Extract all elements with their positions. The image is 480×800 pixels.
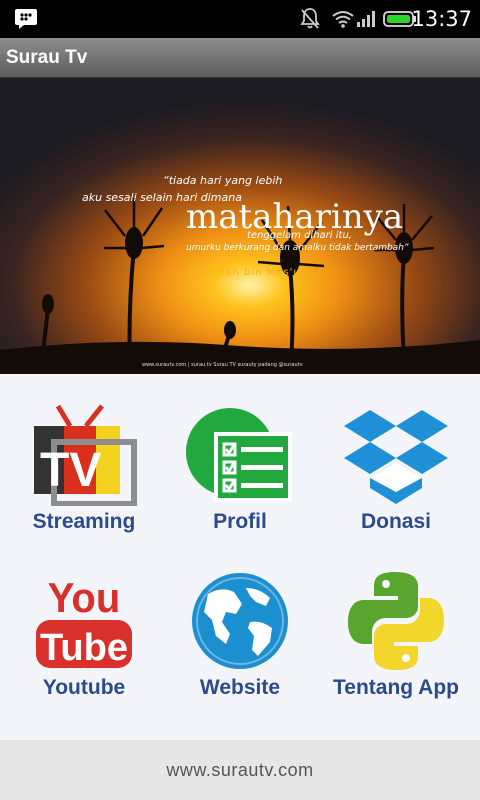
svg-text:Abdullah bin Mas'ud: Abdullah bin Mas'ud [188,267,308,278]
clock: 13:37 [411,7,472,31]
menu-label-streaming: Streaming [32,510,136,533]
status-bar: 13:37 [0,0,480,38]
menu-item-website[interactable]: Website [160,570,320,740]
mute-icon [300,8,320,29]
app-bar: Surau Tv [0,38,480,78]
svg-text:tenggelam dihari itu,: tenggelam dihari itu, [247,230,352,241]
svg-text:TV: TV [40,444,101,497]
menu-item-streaming[interactable]: TV Streaming [4,404,164,574]
svg-text:www.surautv.com | surau.tv S: www.surautv.com | surau.tv Surau TV sura… [142,362,303,368]
youtube-icon: You Tube [36,574,132,669]
footer: www.surautv.com [0,740,480,800]
svg-text:You: You [48,574,121,621]
python-icon [348,572,444,670]
app-title: Surau Tv [6,47,88,68]
tv-icon: TV [34,404,137,506]
signal-icon [357,11,375,27]
menu-item-donasi[interactable]: Donasi [316,404,476,574]
wifi-icon [332,11,354,28]
svg-text:“tiada hari yang lebih: “tiada hari yang lebih [163,174,282,187]
menu-label-youtube: Youtube [42,676,126,699]
dropbox-icon [344,410,448,504]
menu-grid: TV Streaming Profil Donasi You Tube Yout… [0,374,480,740]
menu-item-profil[interactable]: Profil [160,404,320,574]
menu-label-website: Website [199,676,281,699]
bbm-notification-icon [15,9,37,29]
website-url-link[interactable]: www.surautv.com [0,760,480,781]
globe-icon [192,573,288,669]
menu-item-youtube[interactable]: You Tube Youtube [4,570,164,740]
quote-banner-image: “tiada hari yang lebih aku sesali selain… [0,78,480,374]
svg-text:Tube: Tube [40,627,128,669]
menu-item-tentang-app[interactable]: Tentang App [316,570,476,740]
menu-label-donasi: Donasi [360,510,431,533]
svg-text:umurku berkurang dan amalku t: umurku berkurang dan amalku tidak bertam… [186,243,409,253]
profile-list-icon [186,408,292,502]
menu-label-profil: Profil [213,510,267,533]
menu-label-tentang-app: Tentang App [333,676,459,699]
